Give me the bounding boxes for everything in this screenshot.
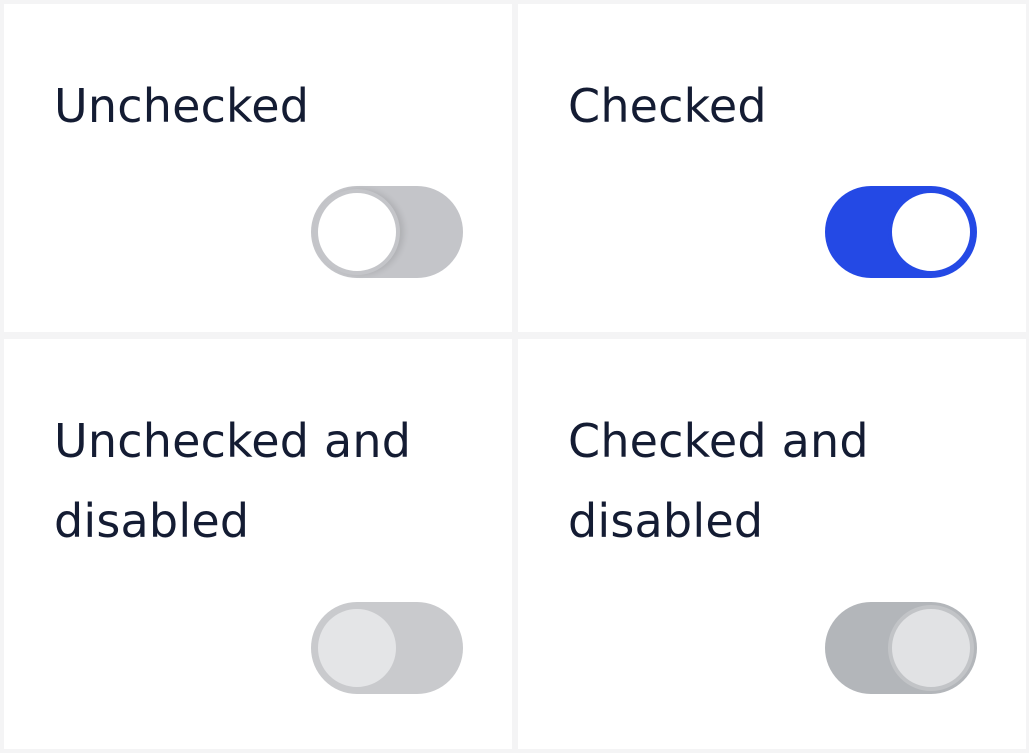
toggle-unchecked-disabled [311,602,463,694]
switch-label-checked: Checked [568,79,767,133]
toggle-checked[interactable] [825,186,977,278]
switch-demo-grid: Unchecked Checked Unchecked and disabled… [0,0,1029,753]
switch-card-checked-disabled: Checked and disabled [518,339,1026,749]
switch-label-checked-disabled: Checked and disabled [568,414,869,548]
switch-card-unchecked-disabled: Unchecked and disabled [4,339,512,749]
switch-label-unchecked: Unchecked [54,79,310,133]
switch-card-unchecked: Unchecked [4,4,512,332]
toggle-knob [888,189,974,275]
toggle-knob [314,605,400,691]
switch-card-checked: Checked [518,4,1026,332]
toggle-unchecked[interactable] [311,186,463,278]
toggle-knob [314,189,400,275]
toggle-knob [888,605,974,691]
switch-label-unchecked-disabled: Unchecked and disabled [54,414,412,548]
toggle-checked-disabled [825,602,977,694]
